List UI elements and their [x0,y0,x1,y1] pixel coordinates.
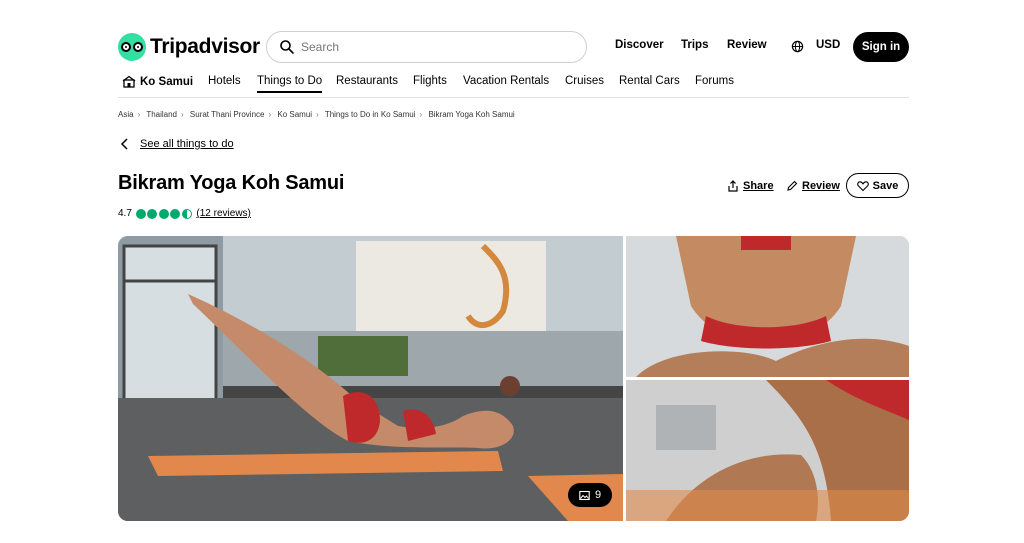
rating-summary: 4.7 (12 reviews) [118,208,251,219]
rating-bubble [147,208,158,219]
gallery-photo[interactable] [626,380,909,521]
globe-icon[interactable] [791,40,804,53]
subnav-restaurants[interactable]: Restaurants [336,75,398,87]
breadcrumb-item[interactable]: Things to Do in Ko Samui [325,110,416,119]
save-label: Save [872,179,899,192]
yoga-studio-photo [118,236,623,521]
breadcrumb-item[interactable]: Thailand [146,110,177,119]
share-label: Share [743,179,774,192]
subnav-hotels[interactable]: Hotels [208,75,241,87]
main-photo[interactable]: 9 [118,236,623,521]
reviews-link[interactable]: (12 reviews) [196,208,250,219]
write-review-button[interactable]: Review [786,173,840,198]
sign-in-button[interactable]: Sign in [853,32,909,62]
subnav-cruises[interactable]: Cruises [565,75,604,87]
rating-bubble [170,208,181,219]
yoga-stretch-photo [626,380,909,521]
breadcrumb-item[interactable]: Surat Thani Province [190,110,265,119]
logo-text: Tripadvisor [150,35,260,58]
breadcrumb-item[interactable]: Ko Samui [277,110,312,119]
location-label: Ko Samui [140,76,194,88]
location-icon [122,75,136,88]
rating-score: 4.7 [118,208,132,219]
photo-icon [579,490,590,500]
tripadvisor-owl-icon [118,33,146,61]
search-bar[interactable] [266,31,587,63]
subnav-rental-cars[interactable]: Rental Cars [619,75,680,87]
photo-count-label: 9 [594,489,602,501]
heart-icon [856,180,869,191]
breadcrumb: Asia › Thailand › Surat Thani Province › Ko… [118,110,515,119]
page-title: Bikram Yoga Koh Samui [118,172,345,194]
photo-count-button[interactable]: 9 [568,483,612,507]
rating-bubble [158,208,169,219]
search-icon [280,40,294,54]
breadcrumb-item[interactable]: Asia [118,110,134,119]
back-to-all-things-link[interactable]: See all things to do [120,138,234,150]
pencil-icon [787,180,798,191]
gallery-photo[interactable] [626,236,909,377]
back-link-label: See all things to do [140,138,234,150]
nav-review[interactable]: Review [727,39,767,51]
subnav-flights[interactable]: Flights [413,75,447,87]
subnav-things-to-do[interactable]: Things to Do [257,75,323,93]
review-label: Review [802,179,840,192]
chevron-left-icon [120,138,128,150]
location-selector[interactable]: Ko Samui [122,75,193,89]
save-button[interactable]: Save [846,173,909,198]
search-input[interactable] [301,40,561,54]
rating-bubble [135,208,146,219]
share-button[interactable]: Share [727,173,774,198]
rating-bubble-half [181,208,192,219]
yoga-pose-photo [626,236,909,377]
subnav-forums[interactable]: Forums [695,75,734,87]
currency-selector[interactable]: USD [816,39,840,51]
share-icon [728,179,738,192]
top-header: Tripadvisor Discover Trips Review USD Si… [118,30,909,64]
tripadvisor-logo[interactable]: Tripadvisor [118,32,260,62]
subnav-vacation-rentals[interactable]: Vacation Rentals [463,75,549,87]
breadcrumb-current: Bikram Yoga Koh Samui [428,110,515,119]
nav-discover[interactable]: Discover [615,39,664,51]
nav-trips[interactable]: Trips [681,39,708,51]
photo-gallery: 9 [118,236,909,521]
sub-navigation: Ko Samui Hotels Things to Do Restaurants… [118,73,909,98]
